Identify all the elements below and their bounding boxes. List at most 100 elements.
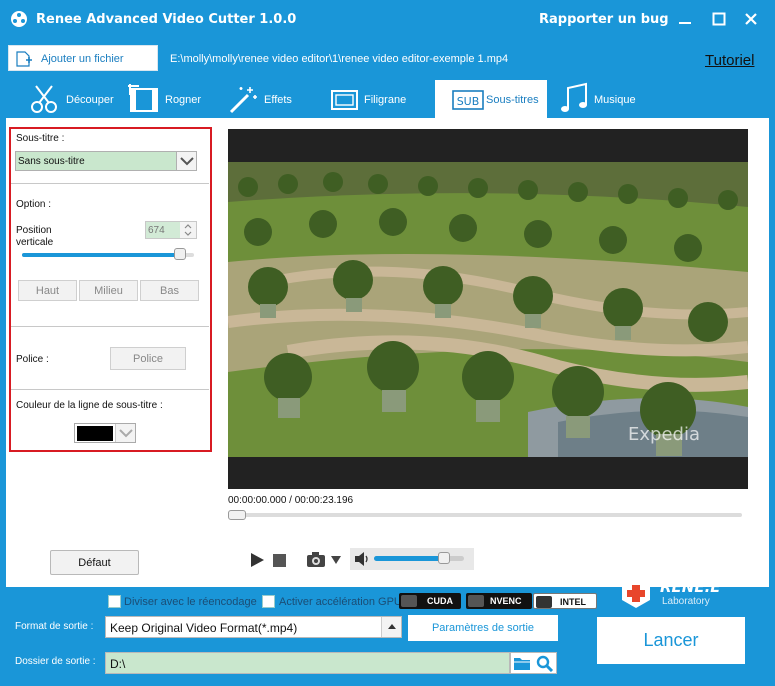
split-reencode-checkbox[interactable] [108, 595, 121, 608]
intel-icon [536, 596, 552, 608]
position-bottom-button[interactable]: Bas [140, 280, 199, 301]
video-preview: Expedia [228, 129, 748, 489]
vertical-position-slider-thumb[interactable] [174, 248, 186, 260]
format-label: Format de sortie : [15, 621, 94, 632]
divider [11, 389, 209, 390]
divider [11, 183, 209, 184]
output-folder-value: D:\ [110, 657, 126, 671]
tab-rogner[interactable]: Rogner [125, 80, 213, 118]
renee-logo-subtext: Laboratory [662, 596, 710, 607]
app-title: Renee Advanced Video Cutter 1.0.0 [36, 12, 297, 27]
line-color-dropdown[interactable] [115, 424, 135, 442]
subtitle-badge-text: SUB [457, 95, 480, 108]
report-bug-link[interactable]: Rapporter un bug [539, 12, 669, 27]
volume-icon[interactable] [354, 552, 370, 566]
tab-filigrane-label: Filigrane [364, 94, 407, 106]
output-folder-field[interactable]: D:\ [105, 652, 510, 674]
chevron-down-icon [119, 429, 133, 438]
minimize-icon[interactable] [677, 11, 693, 27]
chevron-down-icon [180, 157, 194, 166]
subtitle-label: Sous-titre : [16, 133, 65, 144]
font-button[interactable]: Police [110, 347, 186, 370]
add-file-button[interactable]: Ajouter un fichier [8, 45, 158, 71]
folder-actions [510, 652, 557, 674]
add-file-icon [16, 51, 32, 67]
output-format-value: Keep Original Video Format(*.mp4) [110, 621, 298, 635]
position-top-button[interactable]: Haut [18, 280, 77, 301]
seek-thumb[interactable] [228, 510, 246, 520]
tab-sous-titres-label: Sous-titres [486, 94, 539, 106]
output-settings-button[interactable]: Paramètres de sortie [408, 615, 558, 641]
intel-badge: INTEL [533, 593, 597, 609]
nvenc-label: NVENC [490, 596, 522, 606]
format-dropdown-toggle[interactable] [381, 617, 401, 637]
divider [11, 326, 209, 327]
renee-laboratory-logo: RENE.E Laboratory [618, 576, 728, 610]
launch-button[interactable]: Lancer [597, 617, 745, 664]
vertical-position-label: Position [16, 225, 52, 236]
scissors-icon [31, 85, 57, 113]
vertical-position-value: 674 [146, 222, 180, 238]
intel-label: INTEL [560, 597, 586, 607]
subtitle-dropdown-toggle[interactable] [176, 152, 196, 170]
tab-effets[interactable]: Effets [224, 80, 314, 118]
film-crop-icon [128, 84, 158, 112]
nvidia-icon [468, 595, 484, 607]
nvidia-icon [401, 595, 417, 607]
gpu-accel-checkbox[interactable] [262, 595, 275, 608]
time-display: 00:00:00.000 / 00:00:23.196 [228, 495, 354, 506]
tab-effets-label: Effets [264, 94, 292, 106]
close-icon[interactable] [743, 11, 759, 27]
play-icon[interactable] [249, 552, 265, 568]
snapshot-camera-icon[interactable] [306, 551, 326, 568]
magic-wand-icon [229, 87, 257, 114]
snapshot-dropdown-icon[interactable] [331, 556, 341, 564]
app-logo-icon [11, 11, 27, 27]
stop-icon[interactable] [273, 554, 286, 567]
subtitle-icon: SUB [452, 90, 484, 110]
nvenc-badge: NVENC [466, 593, 532, 609]
watermark-icon [331, 90, 358, 110]
music-note-icon [561, 82, 587, 112]
video-watermark: Expedia [628, 424, 700, 445]
tab-musique[interactable]: Musique [556, 80, 656, 118]
tab-filigrane[interactable]: Filigrane [326, 80, 426, 118]
vertical-position-spinner[interactable]: 674 [145, 221, 197, 239]
tutorial-link[interactable]: Tutoriel [705, 52, 754, 69]
renee-logo-icon [622, 582, 650, 608]
file-path: E:\molly\molly\renee video editor\1\rene… [170, 53, 509, 65]
line-color-picker[interactable] [74, 423, 136, 443]
subtitle-selected-value: Sans sous-titre [18, 156, 85, 167]
tab-musique-label: Musique [594, 94, 636, 106]
vertical-position-label-2: verticale [16, 237, 54, 248]
folder-label: Dossier de sortie : [15, 656, 96, 667]
cuda-label: CUDA [427, 596, 453, 606]
default-button[interactable]: Défaut [50, 550, 139, 575]
option-label: Option : [16, 199, 52, 210]
seek-bar[interactable] [228, 513, 742, 517]
caret-up-icon [388, 624, 396, 629]
position-middle-button[interactable]: Milieu [79, 280, 138, 301]
tab-decouper-label: Découper [66, 94, 114, 106]
maximize-icon[interactable] [711, 11, 727, 27]
tab-sous-titres[interactable]: SUB Sous-titres [435, 80, 547, 118]
tab-rogner-label: Rogner [165, 94, 202, 106]
search-icon[interactable] [536, 655, 554, 672]
open-folder-icon[interactable] [513, 656, 531, 671]
spinner-arrows-icon [184, 224, 192, 236]
add-file-label: Ajouter un fichier [41, 53, 124, 65]
vertical-position-slider-fill [22, 253, 180, 257]
output-format-select[interactable]: Keep Original Video Format(*.mp4) [105, 616, 402, 638]
line-color-label: Couleur de la ligne de sous-titre : [16, 400, 163, 411]
subtitle-select[interactable]: Sans sous-titre [15, 151, 197, 171]
spinner-arrows[interactable] [180, 222, 196, 238]
tab-decouper[interactable]: Découper [22, 80, 122, 118]
volume-slider-thumb[interactable] [438, 552, 450, 564]
gpu-accel-label: Activer accélération GPU [279, 596, 402, 608]
cuda-badge: CUDA [399, 593, 461, 609]
font-label: Police : [16, 354, 49, 365]
split-reencode-label: Diviser avec le réencodage [124, 596, 257, 608]
line-color-swatch [77, 426, 113, 441]
video-frame-image: Expedia [228, 162, 748, 457]
volume-slider-fill [374, 556, 444, 561]
